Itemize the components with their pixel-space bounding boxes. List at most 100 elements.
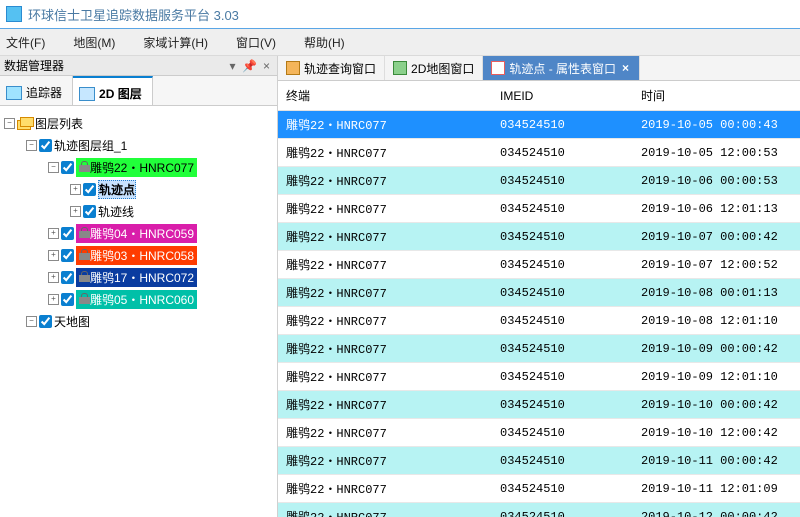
app-icon: [6, 6, 22, 22]
tab-close-icon[interactable]: ×: [620, 61, 631, 75]
tab-tracker[interactable]: 追踪器: [0, 76, 73, 105]
table-row[interactable]: 雕鸮22・HNRC0770345245102019-10-05 00:00:43: [278, 111, 800, 139]
table-row[interactable]: 雕鸮22・HNRC0770345245102019-10-07 00:00:42: [278, 223, 800, 251]
tree-trackpoint[interactable]: +轨迹点: [2, 178, 275, 200]
main-tabs: 轨迹查询窗口 2D地图窗口 轨迹点 - 属性表窗口 ×: [278, 56, 800, 81]
cell-time: 2019-10-08 00:01:13: [633, 279, 800, 307]
cell-time: 2019-10-12 00:00:42: [633, 503, 800, 517]
layer-checkbox[interactable]: [61, 249, 74, 262]
expand-icon[interactable]: +: [48, 272, 59, 283]
tree-root[interactable]: − 图层列表: [2, 112, 275, 134]
layer-tag: 雕鸮17・HNRC072: [76, 268, 197, 287]
layer-checkbox[interactable]: [61, 161, 74, 174]
panel-header: 数据管理器 ▾ 📌 ×: [0, 56, 277, 76]
cell-terminal: 雕鸮22・HNRC077: [278, 251, 492, 279]
expand-icon[interactable]: +: [70, 206, 81, 217]
col-imei[interactable]: IMEID: [492, 81, 633, 111]
attribute-icon: [491, 61, 505, 75]
menu-file[interactable]: 文件(F): [6, 34, 45, 51]
layer-checkbox[interactable]: [61, 293, 74, 306]
cell-imei: 034524510: [492, 111, 633, 139]
table-row[interactable]: 雕鸮22・HNRC0770345245102019-10-10 00:00:42: [278, 391, 800, 419]
tab-2d-layers-label: 2D 图层: [99, 85, 142, 102]
tree-layer-item[interactable]: +雕鸮05・HNRC060: [2, 288, 275, 310]
tree-layer-item[interactable]: + 雕鸮03・HNRC058: [2, 244, 275, 266]
layer-label: 雕鸮22・HNRC077: [90, 161, 194, 175]
cell-time: 2019-10-11 12:01:09: [633, 475, 800, 503]
tree-group[interactable]: − 轨迹图层组_1: [2, 134, 275, 156]
tab-attribute-table[interactable]: 轨迹点 - 属性表窗口 ×: [483, 56, 640, 80]
table-row[interactable]: 雕鸮22・HNRC0770345245102019-10-11 00:00:42: [278, 447, 800, 475]
tree-tiandi[interactable]: − 天地图: [2, 310, 275, 332]
table-row[interactable]: 雕鸮22・HNRC0770345245102019-10-09 12:01:10: [278, 363, 800, 391]
table-row[interactable]: 雕鸮22・HNRC0770345245102019-10-07 12:00:52: [278, 251, 800, 279]
tab-2d-map[interactable]: 2D地图窗口: [385, 56, 483, 80]
tab-attribute-table-label: 轨迹点 - 属性表窗口: [509, 60, 616, 77]
table-row[interactable]: 雕鸮22・HNRC0770345245102019-10-05 12:00:53: [278, 139, 800, 167]
trackline-checkbox[interactable]: [83, 205, 96, 218]
menu-home-range[interactable]: 家域计算(H): [143, 34, 208, 51]
layer-label: 雕鸮03・HNRC058: [90, 249, 194, 263]
tab-track-query[interactable]: 轨迹查询窗口: [278, 56, 385, 80]
table-row[interactable]: 雕鸮22・HNRC0770345245102019-10-11 12:01:09: [278, 475, 800, 503]
collapse-icon[interactable]: −: [4, 118, 15, 129]
table-row[interactable]: 雕鸮22・HNRC0770345245102019-10-12 00:00:42: [278, 503, 800, 517]
table-row[interactable]: 雕鸮22・HNRC0770345245102019-10-09 00:00:42: [278, 335, 800, 363]
panel-title: 数据管理器: [4, 57, 64, 74]
panel-pin-icon[interactable]: 📌: [243, 59, 256, 72]
lock-icon: [79, 249, 90, 260]
cell-imei: 034524510: [492, 363, 633, 391]
table-row[interactable]: 雕鸮22・HNRC0770345245102019-10-08 00:01:13: [278, 279, 800, 307]
tree-layer-item[interactable]: + 雕鸮17・HNRC072: [2, 266, 275, 288]
panel-menu-icon[interactable]: ▾: [226, 59, 239, 72]
table-row[interactable]: 雕鸮22・HNRC0770345245102019-10-06 12:01:13: [278, 195, 800, 223]
menu-bar: 文件(F) 地图(M) 家域计算(H) 窗口(V) 帮助(H): [0, 29, 800, 56]
collapse-icon[interactable]: −: [26, 316, 37, 327]
layer-tag: 雕鸮03・HNRC058: [76, 246, 197, 265]
data-manager-panel: 数据管理器 ▾ 📌 × 追踪器 2D 图层 − 图层列表: [0, 56, 278, 517]
tree-trackline[interactable]: +轨迹线: [2, 200, 275, 222]
attribute-table-wrap[interactable]: 终端 IMEID 时间 雕鸮22・HNRC0770345245102019-10…: [278, 81, 800, 517]
menu-window[interactable]: 窗口(V): [236, 34, 276, 51]
cell-terminal: 雕鸮22・HNRC077: [278, 475, 492, 503]
tab-track-query-label: 轨迹查询窗口: [304, 60, 376, 77]
collapse-icon[interactable]: −: [48, 162, 59, 173]
cell-imei: 034524510: [492, 195, 633, 223]
expand-icon[interactable]: +: [48, 294, 59, 305]
tree-group-label: 轨迹图层组_1: [54, 137, 127, 154]
col-time[interactable]: 时间: [633, 81, 800, 111]
tiandi-checkbox[interactable]: [39, 315, 52, 328]
expand-icon[interactable]: +: [48, 228, 59, 239]
panel-close-icon[interactable]: ×: [260, 59, 273, 72]
cell-imei: 034524510: [492, 279, 633, 307]
layer-checkbox[interactable]: [61, 227, 74, 240]
table-row[interactable]: 雕鸮22・HNRC0770345245102019-10-06 00:00:53: [278, 167, 800, 195]
expand-icon[interactable]: +: [48, 250, 59, 261]
col-terminal[interactable]: 终端: [278, 81, 492, 111]
cell-time: 2019-10-05 12:00:53: [633, 139, 800, 167]
trackpoint-checkbox[interactable]: [83, 183, 96, 196]
cell-terminal: 雕鸮22・HNRC077: [278, 447, 492, 475]
track-query-icon: [286, 61, 300, 75]
layer-checkbox[interactable]: [61, 271, 74, 284]
collapse-icon[interactable]: −: [26, 140, 37, 151]
cell-imei: 034524510: [492, 335, 633, 363]
tree-root-label: 图层列表: [35, 115, 83, 132]
map-icon: [393, 61, 407, 75]
lock-icon: [79, 271, 90, 282]
table-row[interactable]: 雕鸮22・HNRC0770345245102019-10-10 12:00:42: [278, 419, 800, 447]
lock-icon: [79, 293, 90, 304]
menu-help[interactable]: 帮助(H): [304, 34, 345, 51]
group-checkbox[interactable]: [39, 139, 52, 152]
layer-tree[interactable]: − 图层列表 − 轨迹图层组_1 −雕鸮22・HNRC077+轨迹点+轨迹线+雕…: [0, 106, 277, 517]
title-bar: 环球信士卫星追踪数据服务平台 3.03: [0, 0, 800, 29]
menu-map[interactable]: 地图(M): [73, 34, 115, 51]
cell-imei: 034524510: [492, 503, 633, 517]
expand-icon[interactable]: +: [70, 184, 81, 195]
cell-time: 2019-10-09 12:01:10: [633, 363, 800, 391]
side-tabs: 追踪器 2D 图层: [0, 76, 277, 106]
table-row[interactable]: 雕鸮22・HNRC0770345245102019-10-08 12:01:10: [278, 307, 800, 335]
tree-layer-item[interactable]: +雕鸮04・HNRC059: [2, 222, 275, 244]
tree-layer-item[interactable]: − 雕鸮22・HNRC077: [2, 156, 275, 178]
tab-2d-layers[interactable]: 2D 图层: [73, 76, 153, 105]
